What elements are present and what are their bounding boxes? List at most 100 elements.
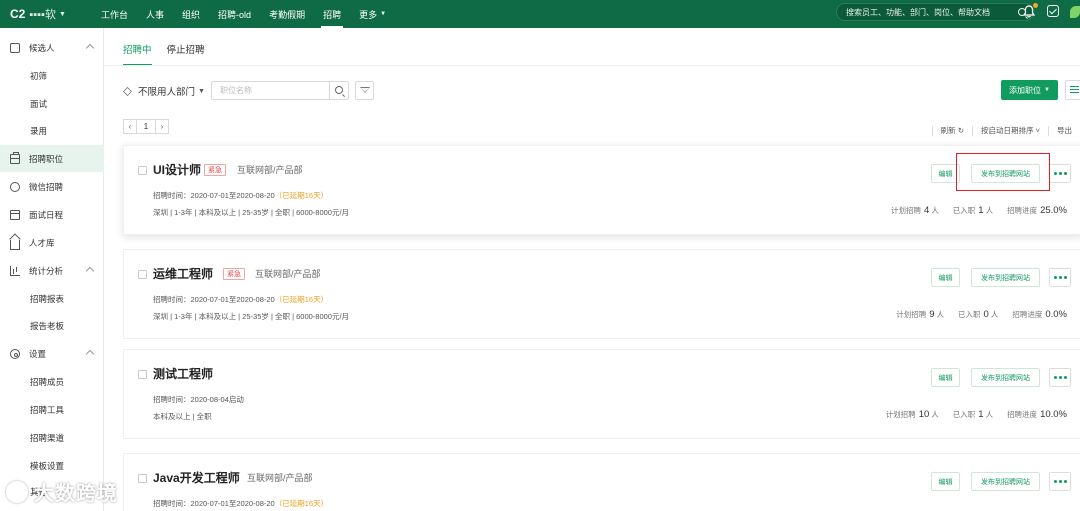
recruit-time-range: 招聘时间：2020-07-01至2020-08-20 [153,295,275,304]
sidebar-item-recruit-channels[interactable]: 招聘渠道 [0,424,104,451]
planned-value: 4 [923,205,930,216]
refresh-button[interactable]: 刷新 ↻ [941,125,964,136]
edit-button[interactable]: 编辑 [931,368,960,387]
sidebar-item-talent-pool[interactable]: 人才库 [0,229,104,256]
edit-button[interactable]: 编辑 [931,164,960,183]
prev-page-button[interactable]: ‹ [123,119,137,134]
add-position-button[interactable]: 添加职位 ▼ [1001,80,1058,100]
planned-label: 计划招聘 [896,310,927,319]
nav-recruit-old[interactable]: 招聘-old [209,0,260,28]
more-actions-button[interactable] [1049,268,1071,287]
edit-button[interactable]: 编辑 [931,472,960,491]
hired-label: 已入职 [952,410,976,419]
main-nav: 工作台 人事 组织 招聘-old 考勤假期 招聘 更多 ▼ [92,0,395,28]
nav-workbench[interactable]: 工作台 [92,0,137,28]
extended-note: （已延期16天） [274,499,329,508]
publish-to-job-site-button[interactable]: 发布到招聘网站 [971,268,1040,287]
company-switcher[interactable]: C2 ▪▪▪▪软 ▼ [0,6,92,22]
filter-icon[interactable] [355,81,374,100]
select-checkbox[interactable] [138,474,147,483]
global-search-input[interactable]: 搜索员工、功能、部门、岗位、帮助文档 [836,3,1034,21]
urgent-badge: 紧急 [204,164,226,176]
position-title[interactable]: Java开发工程师 [153,469,240,486]
more-actions-button[interactable] [1049,472,1071,491]
position-card[interactable]: UI设计师 紧急 互联网部/产品部 招聘时间：2020-07-01至2020-0… [123,145,1080,235]
department-filter[interactable]: 不限用人部门 ▼ [123,84,205,98]
hired-stat: 已入职 1 人 [953,409,993,420]
sidebar-item-wechat-recruit[interactable]: 微信招聘 [0,173,104,200]
sidebar-item-recruit-members[interactable]: 招聘成员 [0,368,104,395]
sidebar-item-positions[interactable]: 招聘职位 [0,145,104,172]
chevron-up-icon [85,43,95,53]
position-title[interactable]: 运维工程师 [153,265,213,282]
select-checkbox[interactable] [138,270,147,279]
sidebar-item-settings[interactable]: 设置 [0,340,104,367]
sidebar-item-analytics[interactable]: 统计分析 [0,257,104,284]
nav-recruit[interactable]: 招聘 [314,0,350,28]
current-page[interactable]: 1 [136,119,156,134]
recruit-time-range: 招聘时间：2020-07-01至2020-08-20 [153,499,275,508]
watermark: 大数跨境 [6,477,118,506]
planned-label: 计划招聘 [885,410,916,419]
sidebar-item-label: 人才库 [29,237,55,248]
sidebar-item-hired[interactable]: 录用 [0,117,104,144]
tab-recruiting[interactable]: 招聘中 [123,42,152,66]
nav-attendance[interactable]: 考勤假期 [260,0,314,28]
hired-stat: 已入职 0 人 [958,309,998,320]
planned-label: 计划招聘 [890,206,921,215]
person-unit: 人 [985,206,994,215]
publish-to-job-site-button[interactable]: 发布到招聘网站 [971,368,1040,387]
planned-stat: 计划招聘 10 人 [886,409,939,420]
person-unit: 人 [931,206,939,215]
select-checkbox[interactable] [138,370,147,379]
sort-dropdown[interactable]: 按启动日期排序 ˅ [981,125,1040,136]
person-unit: 人 [936,310,945,319]
position-title[interactable]: UI设计师 [153,161,201,178]
edit-button[interactable]: 编辑 [931,268,960,287]
sidebar-item-report-boss[interactable]: 报告老板 [0,312,104,339]
bell-icon[interactable] [1022,3,1038,18]
hired-stat: 已入职 1 人 [953,205,993,216]
position-card[interactable]: 运维工程师 紧急 互联网部/产品部 招聘时间：2020-07-01至2020-0… [123,249,1080,339]
menu-icon[interactable] [1065,80,1080,100]
person-unit: 人 [985,410,994,419]
position-card[interactable]: Java开发工程师 互联网部/产品部 招聘时间：2020-07-01至2020-… [123,453,1080,511]
next-page-button[interactable]: › [155,119,169,134]
leaf-icon[interactable] [1070,6,1080,18]
nav-more[interactable]: 更多 ▼ [350,0,395,28]
sidebar-item-recruit-report[interactable]: 招聘报表 [0,285,104,312]
planned-value: 10 [918,409,930,420]
position-stats: 计划招聘 4 人 已入职 1 人 招聘进度 25.0% [877,205,1069,216]
sidebar-item-template-settings[interactable]: 模板设置 [0,452,104,479]
list-toolbar: 刷新 ↻ 按启动日期排序 ˅ 导出 [924,125,1072,136]
progress-value: 10.0% [1040,409,1067,420]
sidebar: 候选人 初筛 面试 录用 招聘职位 微信招聘 面试日程 人才库 统计分析 招聘报… [0,28,104,511]
position-search-input[interactable]: 职位名称 [211,81,330,100]
position-title[interactable]: 测试工程师 [153,365,213,382]
sidebar-item-recruit-tools[interactable]: 招聘工具 [0,396,104,423]
publish-to-job-site-button[interactable]: 发布到招聘网站 [971,164,1040,183]
position-card[interactable]: 测试工程师 招聘时间：2020-08-04启动 本科及以上 | 全职 计划招聘 1… [123,349,1080,439]
more-actions-button[interactable] [1049,164,1071,183]
position-stats: 计划招聘 10 人 已入职 1 人 招聘进度 10.0% [872,409,1069,420]
nav-organization[interactable]: 组织 [173,0,209,28]
person-unit: 人 [990,310,999,319]
sidebar-item-candidates[interactable]: 候选人 [0,34,104,61]
home-icon [10,239,20,250]
sidebar-item-screening[interactable]: 初筛 [0,62,104,89]
sidebar-item-label: 设置 [29,348,47,359]
sidebar-item-label: 招聘职位 [29,153,64,164]
publish-to-job-site-button[interactable]: 发布到招聘网站 [971,472,1040,491]
pagination: ‹ 1 › [123,119,169,134]
position-search-button[interactable] [329,81,349,100]
export-button[interactable]: 导出 [1057,125,1072,136]
hired-value: 1 [978,205,984,216]
briefcase-icon [10,151,20,164]
nav-hr[interactable]: 人事 [137,0,173,28]
more-actions-button[interactable] [1049,368,1071,387]
sidebar-item-interview[interactable]: 面试 [0,90,104,117]
tab-stopped[interactable]: 停止招聘 [167,42,205,66]
select-checkbox[interactable] [138,166,147,175]
check-square-icon[interactable] [1047,5,1059,17]
sidebar-item-interview-schedule[interactable]: 面试日程 [0,201,104,228]
